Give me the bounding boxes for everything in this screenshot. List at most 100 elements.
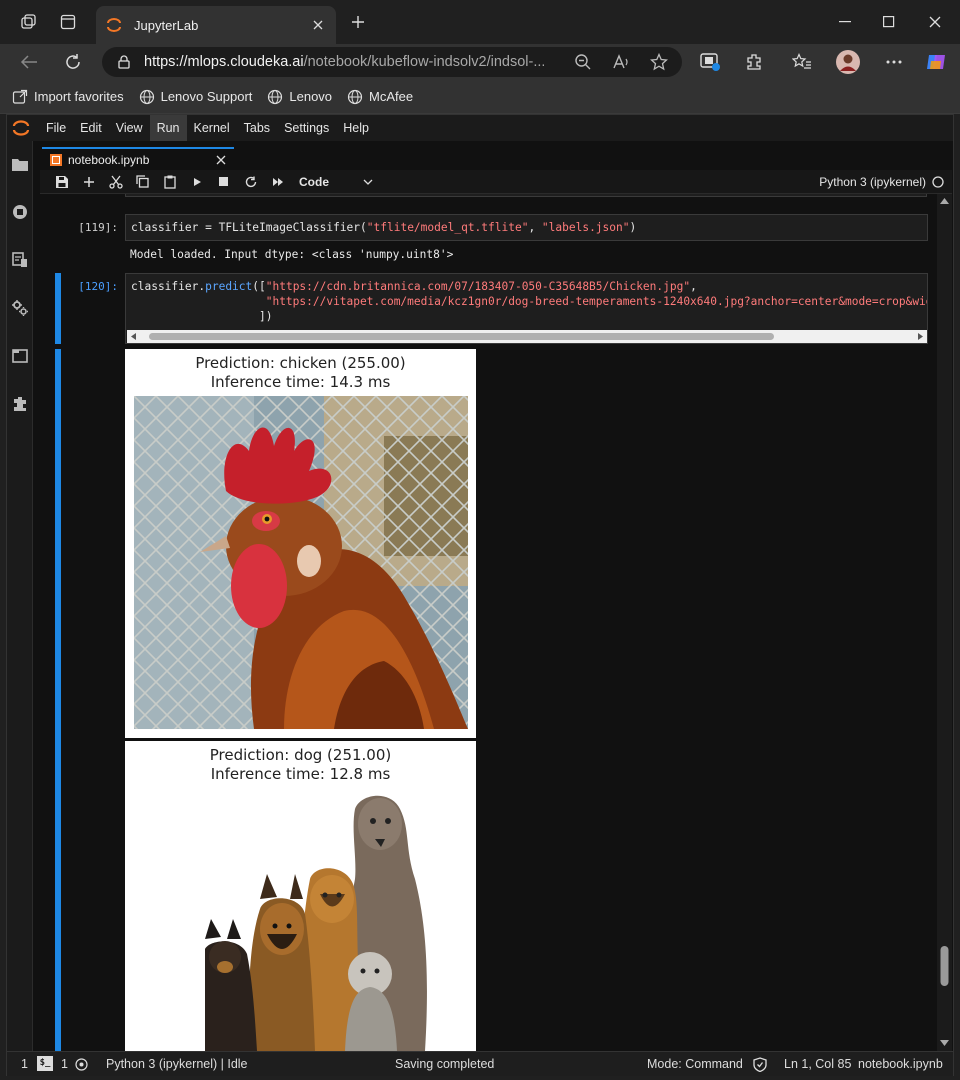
- restart-run-all-icon[interactable]: [264, 170, 291, 194]
- status-bar: 1 $_ 1 Python 3 (ipykernel) | Idle Savin…: [7, 1051, 953, 1076]
- favorite-label: Lenovo Support: [160, 89, 253, 104]
- browser-tab-strip: JupyterLab: [0, 0, 960, 44]
- code-token: ,: [690, 280, 697, 293]
- lock-icon[interactable]: [118, 55, 130, 69]
- cell-120-prompt: [120]:: [78, 280, 118, 293]
- commands-icon[interactable]: [11, 251, 29, 269]
- prediction-figure-chicken: Prediction: chicken (255.00) Inference t…: [125, 349, 476, 738]
- cut-icon[interactable]: [102, 170, 129, 194]
- profile-avatar[interactable]: [836, 50, 860, 74]
- running-stop-icon[interactable]: [11, 203, 29, 221]
- extensions-icon[interactable]: [742, 50, 766, 74]
- favorite-lenovo-support[interactable]: Lenovo Support: [139, 89, 253, 105]
- tab-actions-icon[interactable]: [58, 12, 78, 32]
- import-favorites-icon: [12, 89, 28, 105]
- favorite-lenovo[interactable]: Lenovo: [267, 89, 332, 105]
- globe-icon: [347, 89, 363, 105]
- jupyter-favicon-icon: [106, 17, 122, 33]
- chicken-image: [134, 396, 468, 729]
- menu-help[interactable]: Help: [336, 115, 376, 141]
- code-token: ([: [252, 280, 266, 293]
- menu-view[interactable]: View: [109, 115, 150, 141]
- copy-icon[interactable]: [129, 170, 156, 194]
- favorite-label: McAfee: [369, 89, 414, 104]
- interrupt-kernel-icon[interactable]: [210, 170, 237, 194]
- menu-file[interactable]: File: [39, 115, 73, 141]
- extension-manager-icon[interactable]: [11, 395, 29, 413]
- favorite-mcafee[interactable]: McAfee: [347, 89, 413, 105]
- folder-icon[interactable]: [11, 155, 29, 173]
- url-field[interactable]: https://mlops.cloudeka.ai/notebook/kubef…: [102, 47, 682, 77]
- browser-tab-title: JupyterLab: [134, 17, 199, 33]
- close-window-icon[interactable]: [912, 8, 958, 36]
- new-tab-icon[interactable]: [348, 12, 368, 32]
- maximize-icon[interactable]: [866, 8, 912, 36]
- prediction-figure-dog: Prediction: dog (251.00) Inference time:…: [125, 741, 476, 1051]
- add-cell-icon[interactable]: [75, 170, 102, 194]
- address-bar-row: https://mlops.cloudeka.ai/notebook/kubef…: [0, 44, 960, 80]
- kernel-indicator[interactable]: Python 3 (ipykernel): [819, 170, 944, 194]
- chevron-down-icon: [363, 179, 373, 185]
- property-inspector-icon[interactable]: [11, 299, 29, 317]
- kernel-status-icon[interactable]: [75, 1058, 88, 1071]
- code-token: ,: [528, 221, 542, 234]
- split-screen-icon[interactable]: [698, 50, 722, 74]
- menu-tabs[interactable]: Tabs: [237, 115, 277, 141]
- cell-120-editor[interactable]: classifier.predict(["https://cdn.britann…: [125, 273, 928, 344]
- url-text: https://mlops.cloudeka.ai/notebook/kubef…: [144, 54, 544, 70]
- code-token: classifier: [131, 280, 199, 293]
- menu-bar: File Edit View Run Kernel Tabs Settings …: [7, 115, 953, 141]
- terminal-icon[interactable]: $_: [37, 1056, 53, 1071]
- cell-120-output-collapser[interactable]: [55, 349, 61, 1051]
- jupyter-logo-icon: [7, 115, 35, 141]
- restart-kernel-icon[interactable]: [237, 170, 264, 194]
- save-icon[interactable]: [48, 170, 75, 194]
- favorite-star-icon[interactable]: [650, 53, 668, 71]
- code-string: "https://cdn.britannica.com/07/183407-05…: [265, 280, 691, 293]
- tabs-icon[interactable]: [11, 347, 29, 365]
- back-icon[interactable]: [16, 50, 42, 74]
- status-count[interactable]: 1: [21, 1057, 28, 1071]
- status-kernel-count[interactable]: 1: [61, 1057, 68, 1071]
- notebook-tab[interactable]: notebook.ipynb: [42, 147, 234, 170]
- status-saving: Saving completed: [395, 1057, 495, 1071]
- browser-tab-jupyterlab[interactable]: JupyterLab: [96, 6, 336, 44]
- vertical-scrollbar[interactable]: [937, 194, 952, 1051]
- favorite-label: Import favorites: [34, 89, 124, 104]
- menu-run[interactable]: Run: [149, 115, 187, 141]
- cell-119-editor[interactable]: classifier = TFLiteImageClassifier("tfli…: [125, 214, 928, 241]
- refresh-icon[interactable]: [60, 50, 86, 74]
- cell-type-select[interactable]: Code: [299, 175, 373, 189]
- close-notebook-icon[interactable]: [216, 155, 226, 165]
- minimize-icon[interactable]: [822, 8, 868, 36]
- read-aloud-icon[interactable]: [612, 53, 630, 71]
- code-method: predict: [205, 280, 253, 293]
- favorites-bar: Import favorites Lenovo Support Lenovo M…: [0, 80, 960, 114]
- status-cursor-position[interactable]: Ln 1, Col 85: [784, 1057, 851, 1071]
- more-options-icon[interactable]: [882, 50, 906, 74]
- jupyterlab-app: File Edit View Run Kernel Tabs Settings …: [6, 114, 954, 1076]
- code-token: =: [198, 221, 219, 234]
- shield-icon[interactable]: [753, 1057, 767, 1072]
- code-string: "tflite/model_qt.tflite": [366, 221, 529, 234]
- status-mode[interactable]: Mode: Command: [647, 1057, 743, 1071]
- paste-icon[interactable]: [156, 170, 183, 194]
- menu-settings[interactable]: Settings: [277, 115, 336, 141]
- menu-edit[interactable]: Edit: [73, 115, 109, 141]
- favorite-import[interactable]: Import favorites: [12, 89, 124, 105]
- horizontal-scrollbar[interactable]: [127, 330, 927, 343]
- previous-cell-editor[interactable]: [125, 194, 927, 197]
- figure-title-line-1: Prediction: dog (251.00): [209, 746, 392, 764]
- left-sidebar: [7, 141, 33, 1051]
- close-tab-icon[interactable]: [310, 17, 326, 33]
- favorites-icon[interactable]: [790, 50, 814, 74]
- run-cell-icon[interactable]: [183, 170, 210, 194]
- workspaces-icon[interactable]: [18, 12, 38, 32]
- figure-title-line-2: Inference time: 14.3 ms: [210, 373, 391, 391]
- status-kernel[interactable]: Python 3 (ipykernel) | Idle: [106, 1057, 248, 1071]
- menu-kernel[interactable]: Kernel: [187, 115, 237, 141]
- status-file: notebook.ipynb: [858, 1057, 943, 1071]
- zoom-icon[interactable]: [574, 53, 592, 71]
- copilot-icon[interactable]: [924, 50, 948, 74]
